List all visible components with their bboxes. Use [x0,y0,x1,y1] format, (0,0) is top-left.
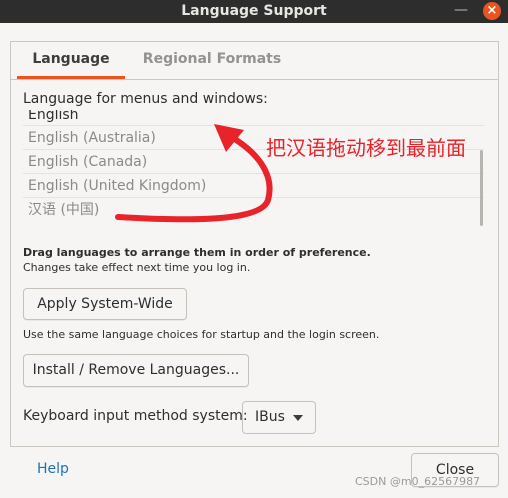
watermark: CSDN @m0_62567987 [355,475,481,488]
annotation-arrow-icon [115,124,273,223]
annotation-text: 把汉语拖动移到最前面 [266,136,466,160]
